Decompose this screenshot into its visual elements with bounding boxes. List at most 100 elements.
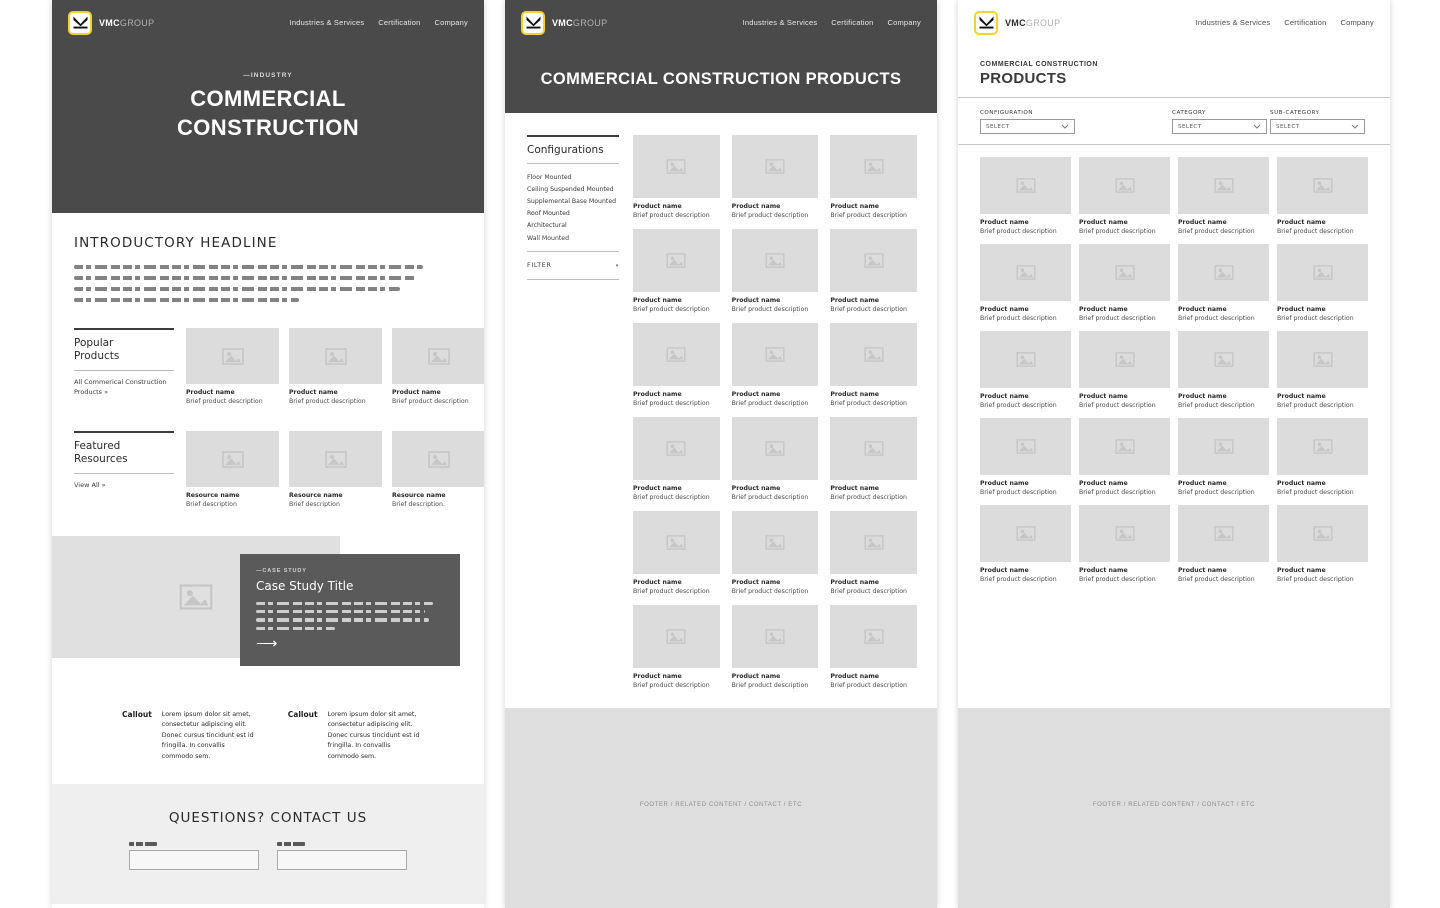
- product-card[interactable]: Product name Brief product description: [731, 135, 819, 219]
- brand-name-strong: VMC: [1005, 17, 1026, 28]
- configuration-select[interactable]: SELECT: [980, 119, 1075, 134]
- image-placeholder-icon: [666, 441, 686, 456]
- contact-title: QUESTIONS? CONTACT US: [168, 809, 368, 826]
- product-card[interactable]: Product name Brief product description: [731, 511, 819, 595]
- product-card[interactable]: Product name Brief product description: [1178, 244, 1269, 322]
- nav-item-company[interactable]: Company: [1341, 18, 1375, 27]
- product-card[interactable]: Product name Brief product description: [1277, 331, 1368, 409]
- product-card[interactable]: Product name Brief product description: [1178, 157, 1269, 235]
- product-card[interactable]: Product name Brief product description: [1079, 244, 1170, 322]
- nav-item-certification[interactable]: Certification: [378, 18, 420, 27]
- product-card[interactable]: Product name Brief product description: [289, 328, 382, 405]
- resource-card[interactable]: Resource name Brief description: [186, 431, 279, 508]
- product-card[interactable]: Product name Brief product description: [1178, 505, 1269, 583]
- product-card[interactable]: Product name Brief product description: [830, 229, 917, 313]
- product-card[interactable]: Product name Brief product description: [1079, 157, 1170, 235]
- product-card[interactable]: Product name Brief product description: [731, 417, 819, 501]
- product-card[interactable]: Product name Brief product description: [633, 605, 720, 689]
- image-placeholder-icon: [1312, 352, 1333, 367]
- product-card[interactable]: Product name Brief product description: [1178, 331, 1269, 409]
- product-card-desc: Brief product description: [731, 400, 809, 407]
- product-card[interactable]: Product name Brief product description: [980, 157, 1071, 235]
- sidebar-item-wall-mounted[interactable]: Wall Mounted: [527, 232, 619, 244]
- nav-item-company[interactable]: Company: [435, 18, 469, 27]
- product-card[interactable]: Product name Brief product description: [731, 323, 819, 407]
- product-image-placeholder: [633, 229, 720, 292]
- product-card[interactable]: Product name Brief product description: [830, 417, 917, 501]
- callout-item: Callout Lorem ipsum dolor sit amet, cons…: [122, 710, 258, 762]
- select-value: SELECT: [1178, 123, 1202, 130]
- product-card[interactable]: Product name Brief product description: [1277, 418, 1368, 496]
- nav-item-industries[interactable]: Industries & Services: [1196, 18, 1271, 27]
- panel-products-listing: VMCGROUP Industries & Services Certifica…: [505, 0, 937, 908]
- hero-title-line-1: COMMERCIAL: [190, 86, 346, 112]
- view-all-link[interactable]: View All »: [74, 481, 174, 490]
- product-card-desc: Brief product description: [289, 398, 366, 405]
- product-card[interactable]: Product name Brief product description: [731, 605, 819, 689]
- product-card[interactable]: Product name Brief product description: [980, 505, 1071, 583]
- resource-card[interactable]: Resource name Brief description.: [392, 431, 484, 508]
- nav-item-industries[interactable]: Industries & Services: [290, 18, 365, 27]
- intro-body-placeholder: [74, 265, 462, 302]
- resource-card-desc: Brief description: [186, 501, 237, 508]
- product-card-desc: Brief product description: [1277, 402, 1354, 409]
- image-placeholder-icon: [1312, 265, 1333, 280]
- brand-logo[interactable]: VMCGROUP: [521, 10, 607, 35]
- product-card-desc: Brief product description: [392, 398, 469, 405]
- form-input[interactable]: [277, 849, 407, 870]
- all-products-link[interactable]: All Commerical Construction Products »: [74, 378, 174, 397]
- product-card[interactable]: Product name Brief product description: [1079, 418, 1170, 496]
- nav-item-industries[interactable]: Industries & Services: [743, 18, 818, 27]
- chevron-down-icon: [1253, 124, 1261, 129]
- product-card[interactable]: Product name Brief product description: [633, 417, 720, 501]
- nav-item-certification[interactable]: Certification: [1284, 18, 1326, 27]
- case-study-card[interactable]: —CASE STUDY Case Study Title ⟶: [240, 554, 460, 666]
- product-card[interactable]: Product name Brief product description: [633, 323, 720, 407]
- sidebar-item-ceiling-suspended-mounted[interactable]: Ceiling Suspended Mounted: [527, 183, 619, 195]
- popular-products-header: Popular Products All Commerical Construc…: [74, 328, 174, 405]
- product-card[interactable]: Product name Brief product description: [731, 229, 819, 313]
- product-card[interactable]: Product name Brief product description: [1277, 244, 1368, 322]
- popular-products-section: Popular Products All Commerical Construc…: [52, 328, 484, 405]
- product-card[interactable]: Product name Brief product description: [186, 328, 279, 405]
- sidebar-item-supplemental-base-mounted[interactable]: Supplemental Base Mounted: [527, 195, 619, 207]
- product-image-placeholder: [1277, 157, 1368, 214]
- product-image-placeholder: [1079, 244, 1170, 301]
- product-card[interactable]: Product name Brief product description: [1178, 418, 1269, 496]
- product-card[interactable]: Product name Brief product description: [1079, 331, 1170, 409]
- product-card[interactable]: Product name Brief product description: [830, 135, 917, 219]
- sidebar-item-roof-mounted[interactable]: Roof Mounted: [527, 208, 619, 220]
- brand-logo[interactable]: VMCGROUP: [974, 10, 1060, 35]
- product-card[interactable]: Product name Brief product description: [830, 511, 917, 595]
- product-card[interactable]: Product name Brief product description: [392, 328, 484, 405]
- product-card[interactable]: Product name Brief product description: [830, 323, 917, 407]
- product-card-name: Product name: [633, 579, 682, 586]
- product-card[interactable]: Product name Brief product description: [1277, 505, 1368, 583]
- product-card[interactable]: Product name Brief product description: [980, 418, 1071, 496]
- resource-card[interactable]: Resource name Brief description: [289, 431, 382, 508]
- product-card[interactable]: Product name Brief product description: [633, 511, 720, 595]
- product-card-desc: Brief product description: [980, 489, 1057, 496]
- product-card[interactable]: Product name Brief product description: [980, 244, 1071, 322]
- product-card[interactable]: Product name Brief product description: [980, 331, 1071, 409]
- brand-logo[interactable]: VMCGROUP: [68, 10, 154, 35]
- introduction-section: INTRODUCTORY HEADLINE: [52, 213, 484, 302]
- nav-item-certification[interactable]: Certification: [831, 18, 873, 27]
- product-card[interactable]: Product name Brief product description: [633, 135, 720, 219]
- sidebar-item-architectural[interactable]: Architectural: [527, 220, 619, 232]
- image-placeholder-icon: [1213, 265, 1234, 280]
- product-image-placeholder: [980, 418, 1071, 475]
- product-card[interactable]: Product name Brief product description: [633, 229, 720, 313]
- filter-dropdown[interactable]: FILTER ▾: [527, 259, 619, 272]
- arrow-right-icon[interactable]: ⟶: [256, 636, 444, 651]
- form-input[interactable]: [129, 849, 259, 870]
- nav-item-company[interactable]: Company: [888, 18, 922, 27]
- sub-category-select[interactable]: SELECT: [1270, 119, 1366, 134]
- divider: [527, 135, 619, 137]
- product-card[interactable]: Product name Brief product description: [830, 605, 917, 689]
- product-card[interactable]: Product name Brief product description: [1079, 505, 1170, 583]
- product-image-placeholder: [830, 229, 917, 292]
- category-select[interactable]: SELECT: [1172, 119, 1268, 134]
- product-card[interactable]: Product name Brief product description: [1277, 157, 1368, 235]
- sidebar-item-floor-mounted[interactable]: Floor Mounted: [527, 171, 619, 183]
